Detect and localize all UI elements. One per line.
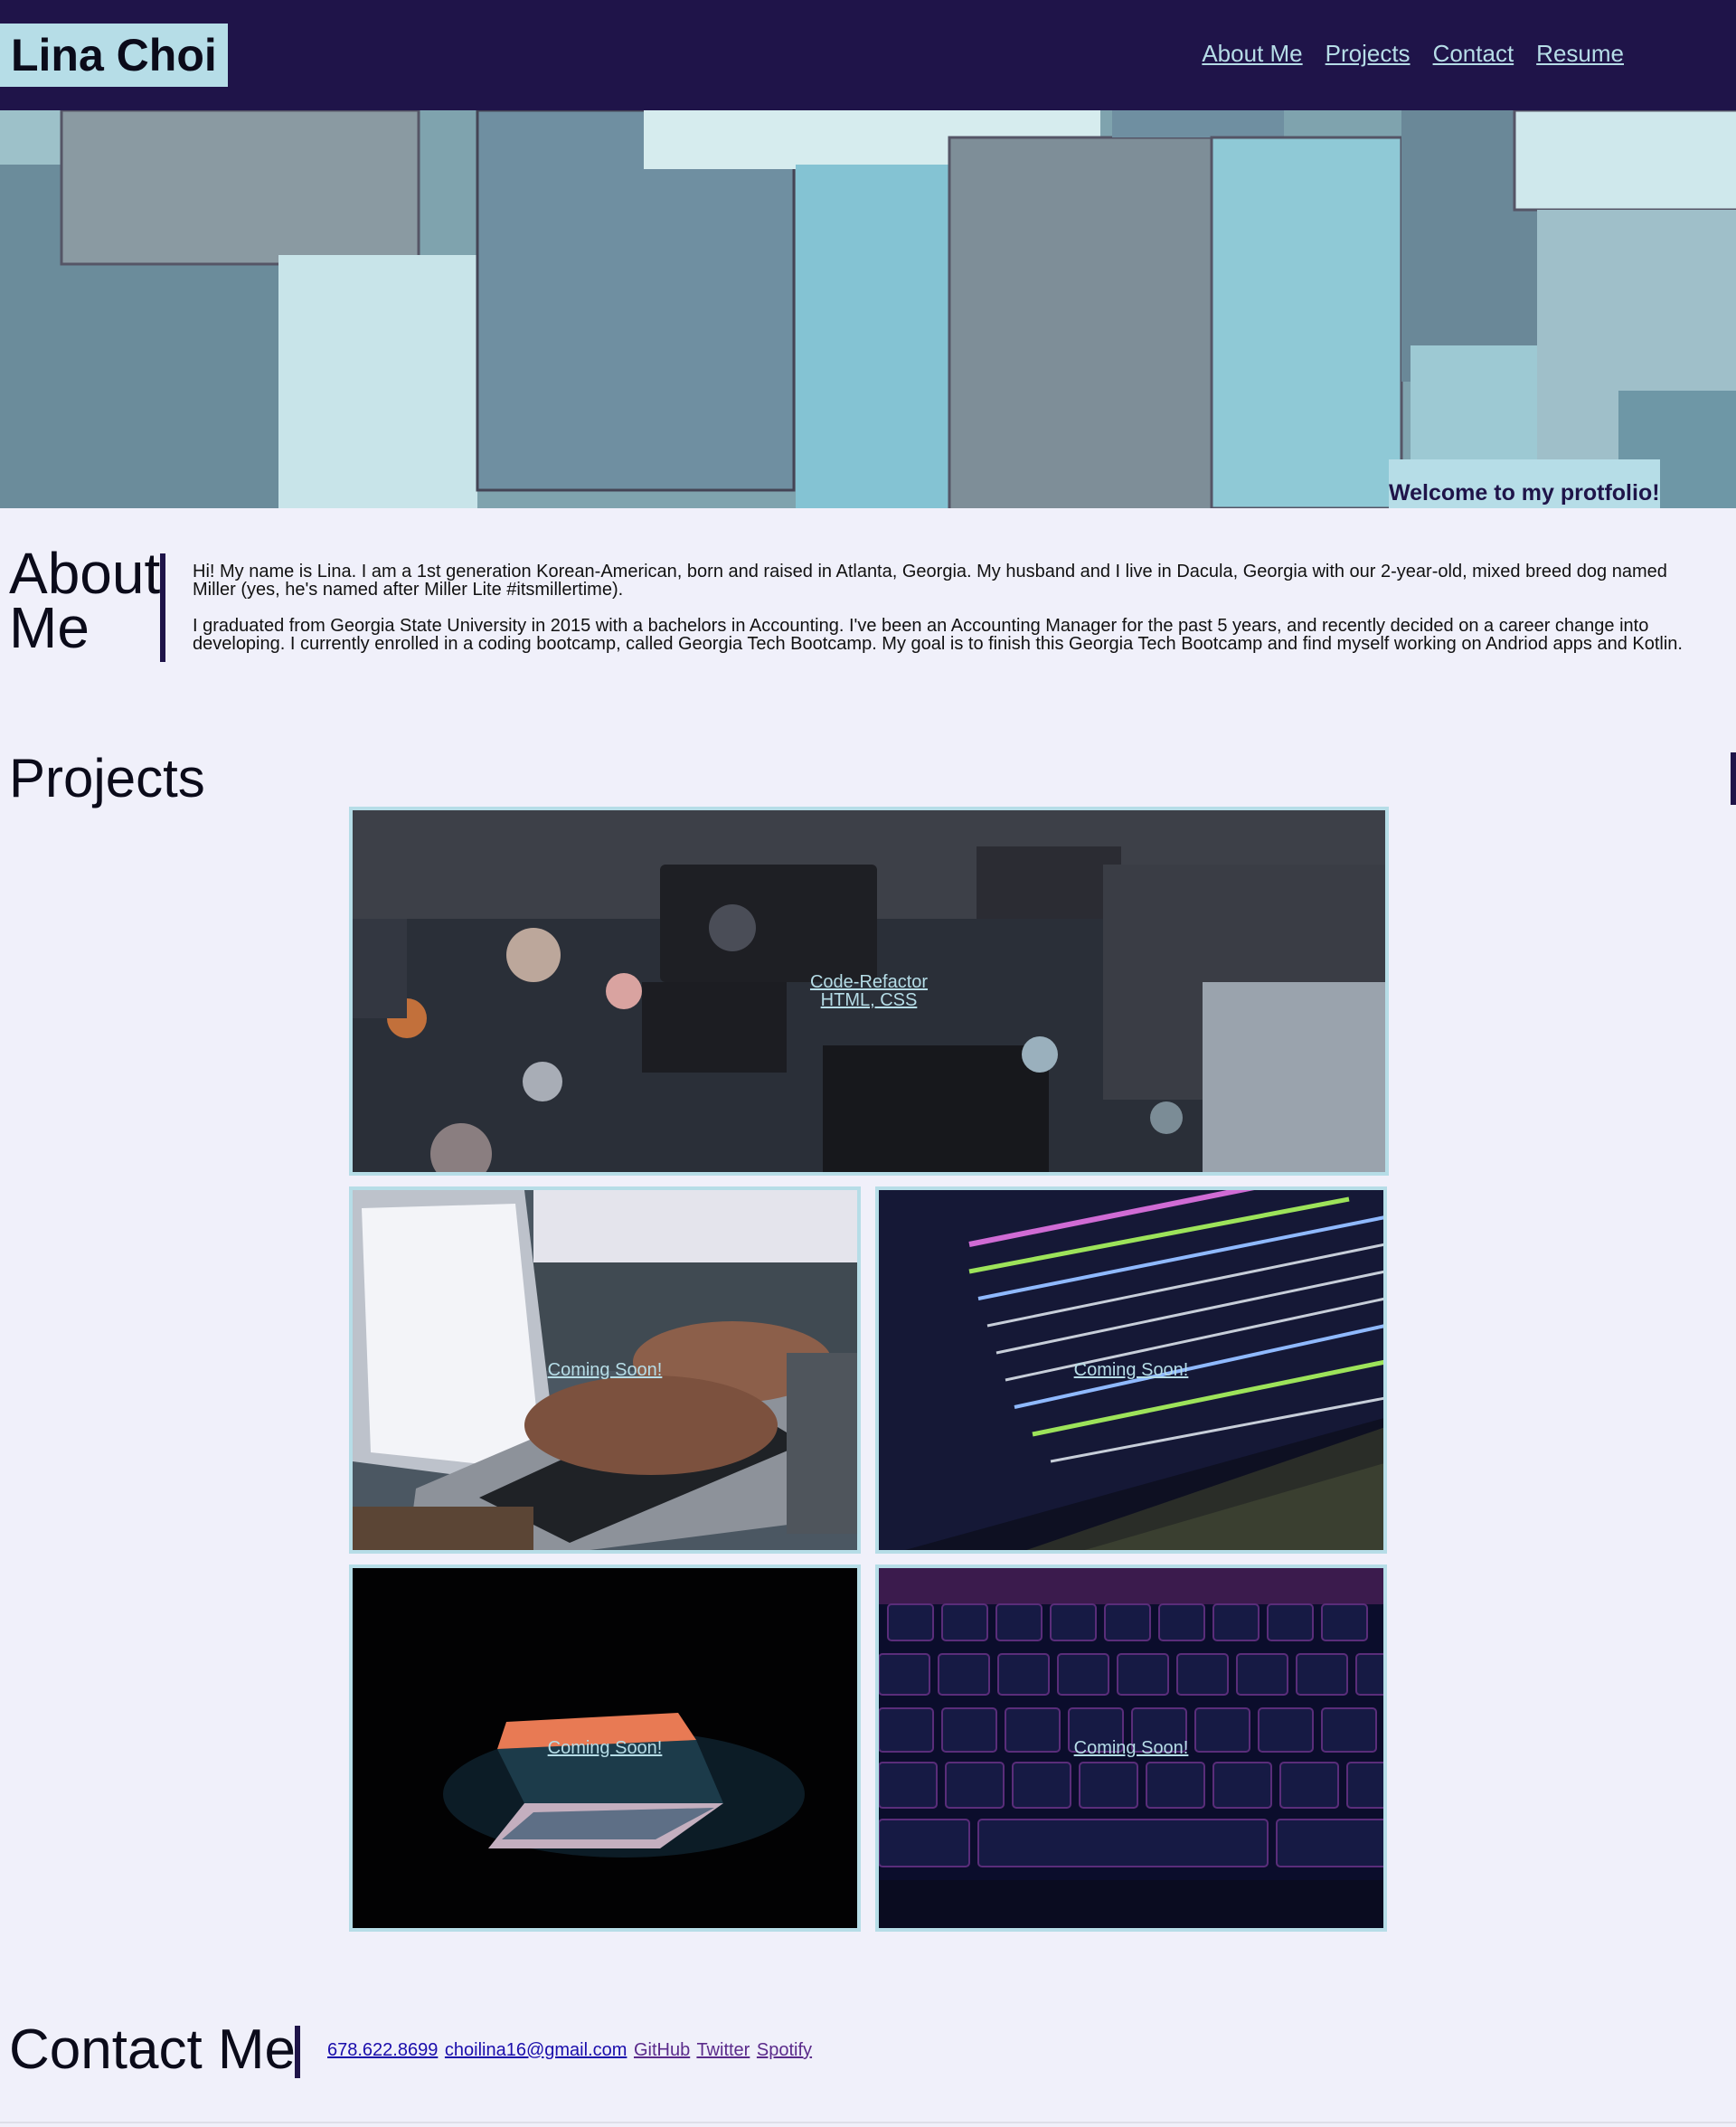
site-title: Lina Choi [0, 24, 228, 87]
project-link[interactable]: Coming Soon! [353, 1361, 857, 1379]
welcome-banner: Welcome to my protfolio! [1389, 459, 1660, 508]
github-link[interactable]: GitHub [634, 2040, 690, 2060]
project-label[interactable]: Coming Soon! [353, 1739, 857, 1757]
spotify-link[interactable]: Spotify [757, 2040, 812, 2060]
project-name-link[interactable]: Code-Refactor [353, 973, 1385, 991]
nav-contact-link[interactable]: Contact [1433, 40, 1514, 68]
project-link[interactable]: Coming Soon! [879, 1361, 1383, 1379]
about-divider [160, 553, 165, 662]
phone-link[interactable]: 678.622.8699 [327, 2040, 438, 2060]
twitter-link[interactable]: Twitter [696, 2040, 750, 2060]
project-label[interactable]: Coming Soon! [879, 1361, 1383, 1379]
about-content: Hi! My name is Lina. I am a 1st generati… [193, 562, 1694, 671]
projects-heading: Projects [9, 748, 205, 808]
project-link[interactable]: Coming Soon! [879, 1739, 1383, 1757]
site-header: Lina Choi About Me Projects Contact Resu… [0, 0, 1736, 110]
email-link[interactable]: choilina16@gmail.com [445, 2040, 627, 2060]
nav-about-link[interactable]: About Me [1202, 40, 1302, 68]
nav-projects-link[interactable]: Projects [1326, 40, 1410, 68]
featured-project-card[interactable]: Code-Refactor HTML, CSS [349, 807, 1389, 1176]
project-card[interactable]: Coming Soon! [349, 1565, 861, 1932]
project-card[interactable]: Coming Soon! [875, 1186, 1387, 1554]
featured-project-label[interactable]: Code-Refactor HTML, CSS [353, 973, 1385, 1009]
project-card[interactable]: Coming Soon! [875, 1565, 1387, 1932]
contact-divider [295, 2026, 300, 2078]
nav-resume-link[interactable]: Resume [1536, 40, 1624, 68]
main-nav: About Me Projects Contact Resume [1202, 40, 1624, 68]
footer-divider [0, 2122, 1736, 2123]
project-link[interactable]: Coming Soon! [353, 1739, 857, 1757]
about-paragraph: I graduated from Georgia State Universit… [193, 616, 1683, 654]
contact-heading: Contact Me [9, 2018, 297, 2081]
project-card[interactable]: Coming Soon! [349, 1186, 861, 1554]
projects-divider [1731, 752, 1736, 805]
project-label[interactable]: Coming Soon! [353, 1361, 857, 1379]
contact-links: 678.622.8699 choilina16@gmail.com GitHub… [327, 2040, 814, 2061]
hero-background-image [0, 110, 1736, 508]
about-heading: About Me [9, 541, 161, 660]
about-paragraph: Hi! My name is Lina. I am a 1st generati… [193, 562, 1667, 600]
project-tech-link[interactable]: HTML, CSS [353, 991, 1385, 1009]
hero-banner: Welcome to my protfolio! [0, 110, 1736, 508]
project-label[interactable]: Coming Soon! [879, 1739, 1383, 1757]
